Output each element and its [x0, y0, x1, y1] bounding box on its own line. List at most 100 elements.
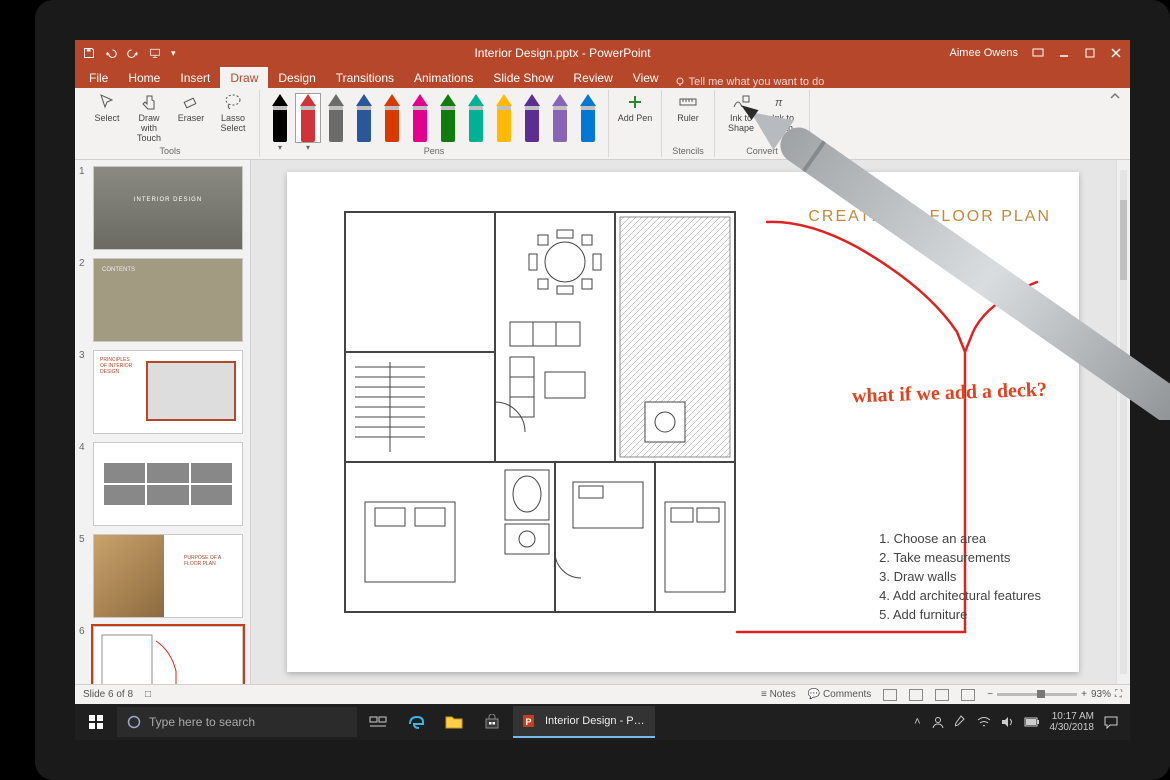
task-view-icon[interactable]	[361, 706, 395, 738]
lasso-select-button[interactable]: Lasso Select	[215, 92, 251, 133]
minimize-icon[interactable]	[1058, 47, 1070, 59]
tab-draw[interactable]: Draw	[220, 67, 268, 88]
tab-insert[interactable]: Insert	[170, 67, 220, 88]
step-item: 2. Take measurements	[879, 548, 1041, 567]
ink-math-icon: π	[773, 92, 793, 112]
slide-thumbnail[interactable]: 1INTERIOR DESIGN	[79, 166, 244, 250]
lasso-icon	[223, 92, 243, 112]
battery-icon[interactable]	[1024, 717, 1040, 727]
people-icon[interactable]	[931, 715, 945, 729]
normal-view-icon[interactable]	[883, 689, 897, 701]
slide-counter[interactable]: Slide 6 of 8	[83, 689, 133, 700]
pen-color[interactable]	[324, 94, 348, 142]
cursor-icon	[97, 92, 117, 112]
zoom-in-icon[interactable]: +	[1081, 689, 1087, 700]
zoom-value[interactable]: 93%	[1091, 689, 1111, 700]
comments-button[interactable]: 💬 Comments	[808, 689, 872, 700]
title-bar: ▾ Interior Design.pptx - PowerPoint Aime…	[75, 40, 1130, 66]
tab-file[interactable]: File	[79, 67, 118, 88]
slideshow-view-icon[interactable]	[961, 689, 975, 701]
group-pens: ▾▾ Pens	[260, 90, 609, 157]
zoom-control[interactable]: − + 93% ⛶	[987, 689, 1122, 700]
group-convert-label: Convert	[746, 146, 778, 156]
tell-me-search[interactable]: Tell me what you want to do	[675, 76, 825, 88]
pen-color[interactable]: ▾	[268, 94, 292, 142]
zoom-out-icon[interactable]: −	[987, 689, 993, 700]
redo-icon[interactable]	[127, 47, 139, 59]
slide-thumbnail-pane[interactable]: 1INTERIOR DESIGN2CONTENTS3PRINCIPLES OF …	[75, 160, 251, 684]
pen-color[interactable]	[548, 94, 572, 142]
powerpoint-taskbar-button[interactable]: P Interior Design - P…	[513, 706, 655, 738]
save-icon[interactable]	[83, 47, 95, 59]
ribbon-display-icon[interactable]	[1032, 47, 1044, 59]
pen-color[interactable]	[352, 94, 376, 142]
tab-review[interactable]: Review	[563, 67, 622, 88]
group-tools: Select Draw with Touch Eraser Lasso	[81, 90, 260, 157]
fit-to-window-icon[interactable]: ⛶	[1115, 689, 1122, 700]
close-icon[interactable]	[1110, 47, 1122, 59]
slide-canvas[interactable]: CREATING A FLOOR PLAN	[251, 160, 1130, 684]
taskbar-clock[interactable]: 10:17 AM 4/30/2018	[1050, 711, 1095, 733]
slide-thumbnail[interactable]: 5PURPOSE OF A FLOOR PLAN	[79, 534, 244, 618]
status-lang[interactable]: □	[145, 689, 151, 700]
user-name[interactable]: Aimee Owens	[950, 47, 1018, 59]
slide-thumbnail[interactable]: 3PRINCIPLES OF INTERIOR DESIGN	[79, 350, 244, 434]
ruler-button[interactable]: Ruler	[670, 92, 706, 123]
search-placeholder: Type here to search	[149, 715, 255, 729]
slide-thumbnail[interactable]: 6	[79, 626, 244, 684]
windows-taskbar: Type here to search P Interior Design - …	[75, 704, 1130, 740]
pen-color[interactable]: ▾	[296, 94, 320, 142]
file-explorer-icon[interactable]	[437, 706, 471, 738]
volume-icon[interactable]	[1001, 716, 1014, 728]
group-pens-label: Pens	[424, 146, 445, 156]
action-center-icon[interactable]	[1104, 715, 1118, 729]
slide-thumbnail[interactable]: 4	[79, 442, 244, 526]
collapse-ribbon-icon[interactable]	[1106, 90, 1124, 157]
pen-color[interactable]	[520, 94, 544, 142]
maximize-icon[interactable]	[1084, 47, 1096, 59]
notes-button[interactable]: ≡ Notes	[761, 689, 796, 700]
pen-color[interactable]	[464, 94, 488, 142]
status-bar: Slide 6 of 8 □ ≡ Notes 💬 Comments − + 93…	[75, 684, 1130, 704]
slide-thumbnail[interactable]: 2CONTENTS	[79, 258, 244, 342]
store-icon[interactable]	[475, 706, 509, 738]
slide-steps-list[interactable]: 1. Choose an area 2. Take measurements 3…	[879, 529, 1041, 624]
ribbon: Select Draw with Touch Eraser Lasso	[75, 88, 1130, 160]
sorter-view-icon[interactable]	[909, 689, 923, 701]
current-slide[interactable]: CREATING A FLOOR PLAN	[287, 172, 1079, 672]
pen-color[interactable]	[436, 94, 460, 142]
select-button[interactable]: Select	[89, 92, 125, 123]
reading-view-icon[interactable]	[935, 689, 949, 701]
add-pen-button[interactable]: Add Pen	[617, 92, 653, 123]
taskbar-app-label: Interior Design - P…	[545, 715, 645, 727]
tab-view[interactable]: View	[623, 67, 669, 88]
wifi-icon[interactable]	[977, 716, 991, 728]
pen-color[interactable]	[576, 94, 600, 142]
start-slideshow-icon[interactable]	[149, 47, 161, 59]
step-item: 1. Choose an area	[879, 529, 1041, 548]
tab-slideshow[interactable]: Slide Show	[483, 67, 563, 88]
zoom-slider[interactable]	[997, 693, 1077, 696]
ink-to-shape-button[interactable]: Ink to Shape	[723, 92, 759, 133]
ink-to-math-button[interactable]: π Ink to Math	[765, 92, 801, 133]
pen-color[interactable]	[380, 94, 404, 142]
touch-icon	[139, 92, 159, 112]
tab-animations[interactable]: Animations	[404, 67, 483, 88]
eraser-button[interactable]: Eraser	[173, 92, 209, 123]
tray-up-icon[interactable]: ˄	[914, 716, 920, 728]
pen-color[interactable]	[408, 94, 432, 142]
vertical-scrollbar[interactable]	[1116, 160, 1130, 684]
group-stencils-label: Stencils	[672, 146, 704, 156]
undo-icon[interactable]	[105, 47, 117, 59]
ruler-icon	[678, 92, 698, 112]
tell-me-placeholder: Tell me what you want to do	[689, 76, 825, 88]
taskbar-search[interactable]: Type here to search	[117, 707, 357, 737]
tab-home[interactable]: Home	[118, 67, 170, 88]
edge-icon[interactable]	[399, 706, 433, 738]
tab-design[interactable]: Design	[268, 67, 325, 88]
pen-color[interactable]	[492, 94, 516, 142]
pen-settings-icon[interactable]	[955, 715, 967, 729]
draw-touch-button[interactable]: Draw with Touch	[131, 92, 167, 143]
tab-transitions[interactable]: Transitions	[326, 67, 404, 88]
start-button[interactable]	[79, 706, 113, 738]
